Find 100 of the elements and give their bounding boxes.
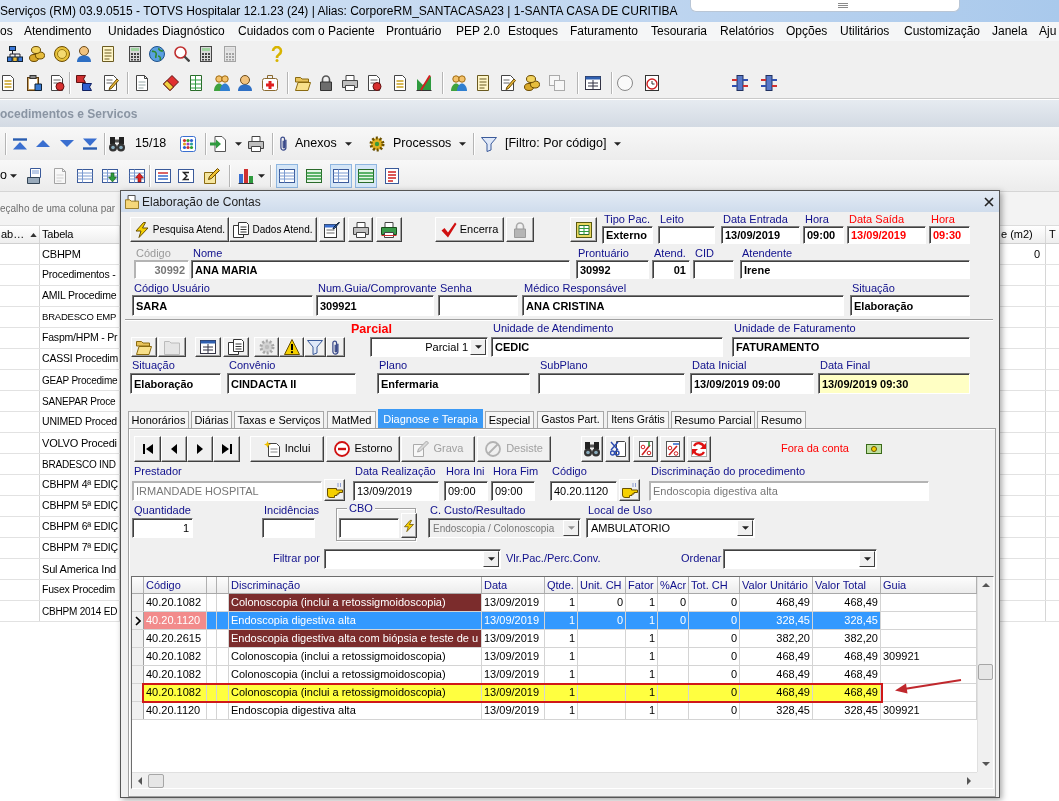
text-field[interactable] <box>658 226 715 244</box>
text-field[interactable]: 09:00 <box>444 481 488 501</box>
people-icon[interactable] <box>214 74 230 91</box>
window-icon[interactable] <box>585 74 601 91</box>
column-header[interactable]: Tot. CH <box>689 577 740 593</box>
column-header[interactable]: Qtde. <box>545 577 578 593</box>
edit-document-icon[interactable] <box>500 74 516 91</box>
menu-item[interactable]: Cuidados com o Paciente <box>238 22 375 41</box>
menu-item[interactable]: Customização <box>904 22 981 41</box>
person-icon[interactable] <box>237 74 253 91</box>
hierarchy-icon[interactable] <box>7 46 23 62</box>
up-arrow-icon[interactable] <box>981 583 990 587</box>
dropdown-field[interactable] <box>324 548 501 569</box>
person-icon[interactable] <box>76 46 92 62</box>
globe-icon[interactable] <box>149 46 165 62</box>
text-field[interactable]: 13/09/2019 <box>353 481 439 501</box>
refresh-button[interactable] <box>687 435 711 462</box>
visit-data-button[interactable]: Dados Atend. <box>229 217 317 242</box>
text-field[interactable]: 09:30 <box>929 226 970 244</box>
warning-button[interactable] <box>279 337 304 357</box>
text-field[interactable]: Irene <box>740 260 970 279</box>
spreadsheet-button[interactable] <box>570 217 597 242</box>
menu-item[interactable]: Estoques <box>508 22 559 41</box>
lookup-button[interactable] <box>619 479 640 501</box>
menu-item[interactable]: Opções <box>786 22 828 41</box>
tab[interactable]: Diárias <box>191 411 232 428</box>
dropdown-button[interactable] <box>483 550 499 567</box>
tab[interactable]: Honorários <box>128 411 189 428</box>
previous-record-button[interactable] <box>161 435 187 462</box>
spreadsheet-icon[interactable] <box>188 74 204 91</box>
first-record-button[interactable] <box>134 435 161 462</box>
tab[interactable]: MatMed <box>327 411 376 428</box>
dropdown-button[interactable]: o <box>0 166 17 185</box>
document-icon[interactable] <box>0 74 16 91</box>
text-field[interactable]: CINDACTA II <box>227 373 356 394</box>
circle-icon[interactable] <box>617 74 633 91</box>
reverse-button[interactable]: Estorno <box>326 435 400 462</box>
top-arrow-icon[interactable] <box>12 137 28 150</box>
transfer-icon[interactable] <box>761 74 777 91</box>
text-field[interactable]: 13/09/2019 09:00 <box>690 373 814 394</box>
attachment-button[interactable] <box>326 337 345 357</box>
dropdown-field[interactable] <box>723 548 877 569</box>
toolbar-toggle[interactable] <box>330 163 352 188</box>
search-icon[interactable] <box>174 46 190 62</box>
lightning-button[interactable] <box>401 513 417 538</box>
percent-button[interactable] <box>633 435 658 462</box>
scrollbar-thumb[interactable] <box>978 664 993 680</box>
column-header[interactable]: Unit. CH <box>578 577 626 593</box>
column-header[interactable]: Valor Unitário <box>740 577 813 593</box>
text-field[interactable] <box>262 518 315 538</box>
column-header[interactable]: %Acr <box>658 577 689 593</box>
dropdown-button[interactable] <box>859 550 875 567</box>
next-record-button[interactable] <box>187 435 213 462</box>
column-header[interactable]: Tabela <box>42 226 74 243</box>
text-field[interactable] <box>538 373 685 394</box>
down-arrow-icon[interactable] <box>981 762 990 766</box>
document-icon[interactable] <box>392 74 408 91</box>
print-preview-button[interactable] <box>376 217 402 242</box>
export-icon[interactable] <box>210 135 226 152</box>
document-icon[interactable] <box>366 74 382 91</box>
text-field[interactable]: 01 <box>652 260 690 279</box>
text-field[interactable]: 30992 <box>576 260 649 279</box>
edit-document-icon[interactable] <box>103 74 119 91</box>
first-aid-icon[interactable] <box>262 74 278 91</box>
tab[interactable]: Especial <box>485 411 534 428</box>
menu-item[interactable]: Atendimento <box>24 22 92 41</box>
coins-icon[interactable] <box>524 74 540 91</box>
caret-icon[interactable] <box>235 141 242 146</box>
column-header[interactable]: Data <box>482 577 545 593</box>
binoculars-icon[interactable] <box>109 135 125 152</box>
menu-item[interactable]: Tesouraria <box>651 22 708 41</box>
last-record-button[interactable] <box>213 435 240 462</box>
flags-icon[interactable] <box>76 74 92 91</box>
close-account-button[interactable]: Encerra <box>435 217 504 242</box>
lookup-button[interactable] <box>324 479 345 501</box>
text-field[interactable]: Elaboração <box>130 373 221 394</box>
tab[interactable]: Taxas e Serviços <box>234 411 324 428</box>
up-arrow-icon[interactable] <box>36 140 50 147</box>
menu-item[interactable]: PEP 2.0 <box>456 22 500 41</box>
text-field[interactable]: 13/09/2019 <box>847 226 926 244</box>
dropdown-field[interactable]: Parcial 1 <box>370 337 488 357</box>
column-header[interactable]: e (m2) <box>1001 226 1033 243</box>
print-button[interactable] <box>348 217 373 242</box>
filter-button[interactable] <box>304 337 326 357</box>
padlock-icon[interactable] <box>318 74 334 91</box>
text-field[interactable] <box>438 295 518 316</box>
chart-icon[interactable] <box>416 74 432 91</box>
dropdown-button[interactable]: Anexos <box>280 134 352 153</box>
add-button[interactable]: Inclui <box>250 435 324 462</box>
tab[interactable]: Resumo <box>757 411 806 428</box>
documents-button[interactable] <box>223 337 249 357</box>
toolbar-toggle[interactable] <box>355 163 377 188</box>
left-arrow-icon[interactable] <box>138 776 142 785</box>
menu-item[interactable]: Faturamento <box>570 22 639 41</box>
text-field[interactable]: Externo <box>602 226 653 244</box>
column-header[interactable]: T <box>1049 226 1056 243</box>
text-field[interactable]: FATURAMENTO <box>732 337 970 357</box>
text-field[interactable]: 09:00 <box>491 481 535 501</box>
text-field[interactable]: ANA MARIA <box>191 260 570 279</box>
vertical-scrollbar[interactable] <box>977 577 993 772</box>
